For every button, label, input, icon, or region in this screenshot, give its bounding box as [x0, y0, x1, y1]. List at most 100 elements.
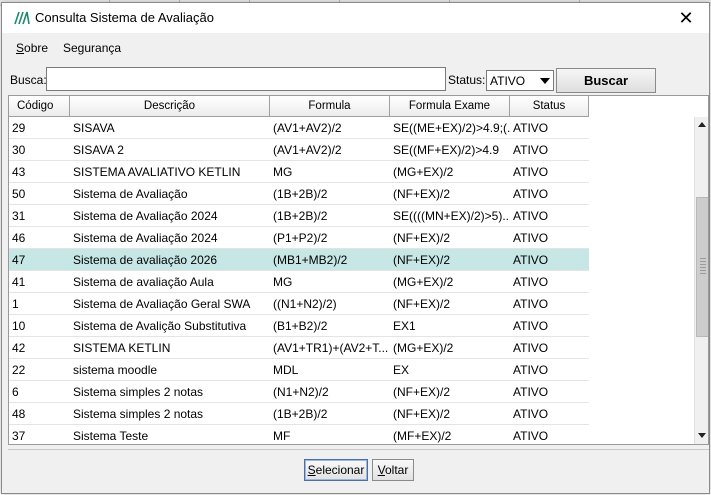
cell-codigo: 29: [9, 117, 70, 139]
cell-codigo: 46: [9, 227, 70, 249]
cell-formula: (N1+N2)/2: [270, 381, 390, 403]
voltar-mnemonic: V: [377, 463, 385, 477]
consulta-dialog: Consulta Sistema de Avaliação ✕ Sobre Se…: [1, 2, 710, 494]
cell-codigo: 43: [9, 161, 70, 183]
app-logo-icon: [14, 11, 30, 25]
cell-codigo: 10: [9, 315, 70, 337]
table-row[interactable]: 22 sistema moodle MDL EX ATIVO: [9, 359, 589, 381]
cell-formula-exame: SE((ME+EX)/2)>4.9;(...: [390, 117, 510, 139]
column-header-codigo[interactable]: Código: [9, 96, 70, 117]
cell-codigo: 41: [9, 271, 70, 293]
cell-formula: (P1+P2)/2: [270, 227, 390, 249]
cell-formula-exame: (NF+EX)/2: [390, 249, 510, 271]
menu-seguranca[interactable]: Segurança: [63, 41, 121, 55]
cell-formula-exame: (NF+EX)/2: [390, 227, 510, 249]
cell-formula-exame: (MG+EX)/2: [390, 271, 510, 293]
close-icon: ✕: [678, 8, 694, 28]
cell-descricao: Sistema de Avaliação 2024: [70, 205, 270, 227]
cell-descricao: SISTEMA AVALIATIVO KETLIN: [70, 161, 270, 183]
table-row[interactable]: 1 Sistema de Avaliação Geral SWA ((N1+N2)/…: [9, 293, 589, 315]
table-row[interactable]: 31 Sistema de Avaliação 2024 (1B+2B)/2 SE((…: [9, 205, 589, 227]
cell-descricao: Sistema Teste: [70, 425, 270, 444]
cell-status: ATIVO: [510, 315, 589, 337]
cell-codigo: 30: [9, 139, 70, 161]
scrollbar-thumb[interactable]: [696, 197, 708, 337]
selecionar-label: elecionar: [315, 463, 365, 477]
cell-codigo: 47: [9, 249, 70, 271]
table-row[interactable]: 10 Sistema de Avalição Substitutiva (B1+B2…: [9, 315, 589, 337]
close-button[interactable]: ✕: [663, 3, 709, 33]
search-input[interactable]: [46, 67, 446, 91]
cell-formula: (MB1+MB2)/2: [270, 249, 390, 271]
cell-formula-exame: EX: [390, 359, 510, 381]
table-row[interactable]: 50 Sistema de Avaliação (1B+2B)/2 (NF+EX)/2…: [9, 183, 589, 205]
cell-formula: (1B+2B)/2: [270, 403, 390, 425]
column-header-status[interactable]: Status: [510, 96, 589, 117]
selecionar-button[interactable]: Selecionar: [304, 459, 368, 481]
cell-status: ATIVO: [510, 183, 589, 205]
cell-formula: (AV1+AV2)/2: [270, 117, 390, 139]
table-row[interactable]: 29 SISAVA (AV1+AV2)/2 SE((ME+EX)/2)>4.9;(..…: [9, 117, 589, 139]
search-label: Busca:: [10, 73, 47, 87]
cell-formula-exame: (NF+EX)/2: [390, 403, 510, 425]
arrow-up-icon: [698, 122, 706, 127]
voltar-button[interactable]: Voltar: [372, 459, 414, 481]
cell-formula: (1B+2B)/2: [270, 205, 390, 227]
chevron-down-icon: [540, 78, 550, 84]
table-row[interactable]: 42 SISTEMA KETLIN (AV1+TR1)+(AV2+T... (MG+E…: [9, 337, 589, 359]
cell-descricao: sistema moodle: [70, 359, 270, 381]
table-row[interactable]: 30 SISAVA 2 (AV1+AV2)/2 SE((MF+EX)/2)>4.9 AT…: [9, 139, 589, 161]
cell-descricao: Sistema de Avaliação 2024: [70, 227, 270, 249]
cell-codigo: 1: [9, 293, 70, 315]
cell-status: ATIVO: [510, 117, 589, 139]
table-row[interactable]: 37 Sistema Teste MF (MF+EX)/2 ATIVO: [9, 425, 589, 444]
grip-icon: [700, 258, 706, 276]
cell-formula-exame: SE((((MN+EX)/2)>5)...: [390, 205, 510, 227]
cell-formula-exame: (MG+EX)/2: [390, 337, 510, 359]
table-row[interactable]: 41 Sistema de avaliação Aula MG (MG+EX)/2 AT…: [9, 271, 589, 293]
cell-codigo: 50: [9, 183, 70, 205]
cell-formula: (1B+2B)/2: [270, 183, 390, 205]
scroll-up-button[interactable]: [695, 117, 708, 134]
cell-status: ATIVO: [510, 139, 589, 161]
cell-formula-exame: (MF+EX)/2: [390, 425, 510, 444]
cell-status: ATIVO: [510, 337, 589, 359]
cell-descricao: Sistema simples 2 notas: [70, 403, 270, 425]
table-row[interactable]: 48 Sistema simples 2 notas (1B+2B)/2 (NF+EX…: [9, 403, 589, 425]
cell-status: ATIVO: [510, 359, 589, 381]
cell-formula-exame: (NF+EX)/2: [390, 381, 510, 403]
table-row[interactable]: 47 Sistema de avaliação 2026 (MB1+MB2)/2 (N…: [9, 249, 589, 271]
table-header: Código Descrição Formula Formula Exame S…: [9, 96, 589, 117]
menu-sobre[interactable]: Sobre: [16, 41, 48, 55]
cell-codigo: 42: [9, 337, 70, 359]
cell-descricao: Sistema simples 2 notas: [70, 381, 270, 403]
cell-descricao: SISTEMA KETLIN: [70, 337, 270, 359]
table-row[interactable]: 6 Sistema simples 2 notas (N1+N2)/2 (NF+EX)…: [9, 381, 589, 403]
buscar-button[interactable]: Buscar: [556, 68, 656, 93]
cell-formula-exame: (NF+EX)/2: [390, 293, 510, 315]
column-header-formula[interactable]: Formula: [270, 96, 390, 117]
cell-descricao: Sistema de Avaliação Geral SWA: [70, 293, 270, 315]
status-selected-value: ATIVO: [490, 74, 526, 88]
cell-codigo: 6: [9, 381, 70, 403]
window-title: Consulta Sistema de Avaliação: [35, 10, 214, 25]
table-row[interactable]: 43 SISTEMA AVALIATIVO KETLIN MG (MG+EX)/2 AT…: [9, 161, 589, 183]
menu-bar: Sobre Segurança: [2, 37, 709, 59]
vertical-scrollbar[interactable]: [694, 117, 708, 444]
cell-codigo: 22: [9, 359, 70, 381]
table-row[interactable]: 46 Sistema de Avaliação 2024 (P1+P2)/2 (NF+…: [9, 227, 589, 249]
cell-descricao: SISAVA 2: [70, 139, 270, 161]
column-header-descricao[interactable]: Descrição: [70, 96, 270, 117]
voltar-label: oltar: [385, 463, 409, 477]
scroll-down-button[interactable]: [695, 427, 708, 444]
column-header-formula-exame[interactable]: Formula Exame: [390, 96, 510, 117]
cell-formula: MG: [270, 271, 390, 293]
footer-bar: Selecionar Voltar: [8, 449, 709, 487]
cell-status: ATIVO: [510, 403, 589, 425]
cell-codigo: 31: [9, 205, 70, 227]
status-dropdown[interactable]: ATIVO: [486, 70, 554, 91]
menu-sobre-mnemonic: S: [16, 41, 25, 55]
cell-formula-exame: SE((MF+EX)/2)>4.9: [390, 139, 510, 161]
cell-descricao: Sistema de Avalição Substitutiva: [70, 315, 270, 337]
cell-formula-exame: (MG+EX)/2: [390, 161, 510, 183]
